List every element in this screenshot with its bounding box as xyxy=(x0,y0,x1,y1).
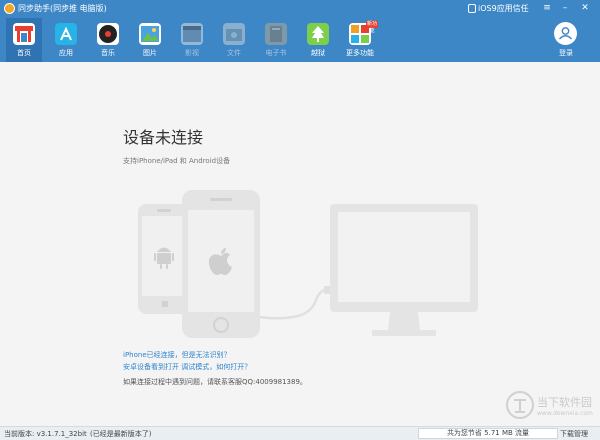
close-button[interactable]: ✕ xyxy=(578,2,592,15)
nav-home-label: 首页 xyxy=(17,49,31,57)
watermark: 当下软件园 www.downxia.com xyxy=(505,390,600,422)
support-contact-text: 如果连接过程中遇到问题，请联系客服QQ:4009981389。 xyxy=(123,378,307,386)
ebook-icon xyxy=(265,23,287,45)
nav-music[interactable]: 音乐 xyxy=(90,18,126,62)
iphone-icon xyxy=(182,190,260,338)
watermark-url: www.downxia.com xyxy=(537,410,593,417)
file-icon xyxy=(223,23,245,45)
music-icon xyxy=(97,23,119,45)
app-logo-icon xyxy=(4,3,15,14)
nav-files[interactable]: 文件 xyxy=(216,18,252,62)
nav-jailbreak-label: 越狱 xyxy=(311,49,325,57)
nav-pictures-label: 图片 xyxy=(143,49,157,57)
usb-cable-icon xyxy=(259,288,327,320)
nav-apps[interactable]: 应用 xyxy=(48,18,84,62)
video-icon xyxy=(181,23,203,45)
watermark-text: 当下软件园 xyxy=(537,396,592,409)
nav-more-label: 更多功能 xyxy=(346,49,374,57)
nav-home[interactable]: 首页 xyxy=(6,18,42,62)
nav-jailbreak[interactable]: 越狱 xyxy=(300,18,336,62)
login-label: 登录 xyxy=(559,49,573,57)
main-panel: 设备未连接 支持iPhone/iPad 和 Android设备 iPhone已经… xyxy=(0,62,600,426)
page-title: 设备未连接 xyxy=(123,128,204,147)
home-icon xyxy=(13,23,35,45)
minimize-button[interactable]: – xyxy=(558,2,572,15)
nav-files-label: 文件 xyxy=(227,49,241,57)
download-manager-button[interactable]: 下载管理 xyxy=(560,429,588,439)
supported-devices-text: 支持iPhone/iPad 和 Android设备 xyxy=(123,157,231,165)
login-button[interactable]: 登录 xyxy=(548,18,584,62)
picture-icon xyxy=(139,23,161,45)
nav-video[interactable]: 影视 xyxy=(174,18,210,62)
watermark-logo-icon xyxy=(506,391,534,419)
nav-apps-label: 应用 xyxy=(59,49,73,57)
user-avatar-icon xyxy=(554,22,577,45)
main-toolbar: 首页 应用 音乐 图片 影视 文件 电子书 越狱 新功能 更多功能 登录 xyxy=(0,18,600,62)
data-saved-indicator: 共为您节省 5.71 MB 流量 xyxy=(418,428,558,439)
jailbreak-icon xyxy=(307,23,329,45)
nav-more[interactable]: 新功能 更多功能 xyxy=(342,18,378,62)
ios9-trust-icon[interactable] xyxy=(468,4,476,13)
title-bar: 同步助手(同步推 电脑版) iOS9应用信任 ≡ – ✕ xyxy=(0,0,600,18)
app-store-icon xyxy=(55,23,77,45)
nav-pictures[interactable]: 图片 xyxy=(132,18,168,62)
latest-version-text: (已经是最新版本了) xyxy=(90,430,152,438)
window-title: 同步助手(同步推 电脑版) xyxy=(18,4,107,13)
device-connection-illustration xyxy=(138,190,478,338)
new-feature-badge: 新功能 xyxy=(366,21,378,34)
nav-ebooks-label: 电子书 xyxy=(265,49,287,57)
nav-music-label: 音乐 xyxy=(101,49,115,57)
iphone-unrecognized-link[interactable]: iPhone已经连接，但是无法识别？ xyxy=(123,350,231,360)
ios9-trust-link[interactable]: iOS9应用信任 xyxy=(478,3,529,14)
version-text: 当前版本: v3.1.7.1_32bit xyxy=(4,430,87,438)
nav-ebooks[interactable]: 电子书 xyxy=(258,18,294,62)
menu-button[interactable]: ≡ xyxy=(540,2,554,15)
android-debug-mode-link[interactable]: 安卓设备看到打开 调试模式，如何打开？ xyxy=(123,362,251,372)
nav-video-label: 影视 xyxy=(185,49,199,57)
computer-monitor-icon xyxy=(330,204,478,336)
status-bar: 当前版本: v3.1.7.1_32bit (已经是最新版本了) 共为您节省 5.… xyxy=(0,426,600,440)
